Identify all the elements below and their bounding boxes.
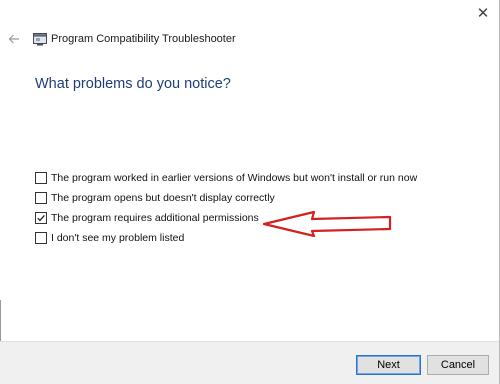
footer-bar: Next Cancel xyxy=(0,341,499,384)
checkbox[interactable] xyxy=(35,232,47,244)
option-label: The program opens but doesn't display co… xyxy=(51,192,275,204)
page-heading: What problems do you notice? xyxy=(35,76,231,92)
checkmark-icon xyxy=(37,214,45,222)
close-button[interactable]: ✕ xyxy=(474,4,492,22)
option-earlier-versions[interactable]: The program worked in earlier versions o… xyxy=(35,168,417,188)
option-label: I don't see my problem listed xyxy=(51,232,185,244)
red-arrow-left-icon xyxy=(262,209,394,242)
close-icon: ✕ xyxy=(476,4,490,22)
option-display-incorrectly[interactable]: The program opens but doesn't display co… xyxy=(35,188,417,208)
back-button[interactable] xyxy=(7,32,21,46)
back-arrow-icon xyxy=(8,34,19,44)
option-label: The program worked in earlier versions o… xyxy=(51,172,418,184)
checkbox[interactable] xyxy=(35,172,47,184)
option-label: The program requires additional permissi… xyxy=(51,212,259,224)
window-title: Program Compatibility Troubleshooter xyxy=(51,33,236,45)
troubleshooter-window: ✕ Program Compatibility Troubleshooter W… xyxy=(0,0,500,384)
cancel-button[interactable]: Cancel xyxy=(427,355,489,375)
next-button[interactable]: Next xyxy=(356,355,421,375)
troubleshooter-app-icon xyxy=(33,33,47,46)
checkbox[interactable] xyxy=(35,192,47,204)
checkbox-checked[interactable] xyxy=(35,212,47,224)
